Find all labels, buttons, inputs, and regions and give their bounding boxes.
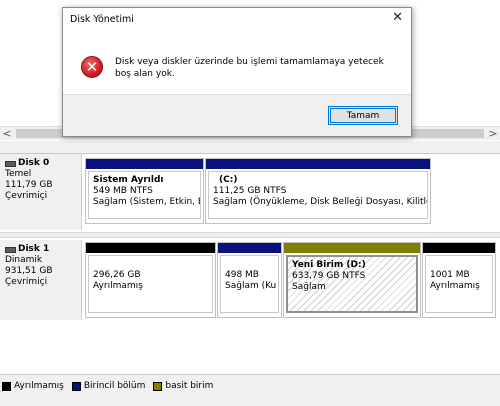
- partition-body: 1001 MB Ayrılmamış: [425, 255, 493, 313]
- partition-bar: [423, 243, 495, 253]
- disk-icon: [5, 246, 16, 253]
- disk-graphical-view: Disk 0 Temel 111,79 GB Çevrimiçi Sistem …: [0, 154, 500, 374]
- partition-status: Ayrılmamış: [93, 281, 143, 291]
- partition-size: 296,26 GB: [93, 270, 141, 280]
- legend-label: basit birim: [165, 381, 214, 391]
- pane-splitter[interactable]: [0, 141, 500, 154]
- ok-button[interactable]: Tamam: [328, 106, 398, 125]
- partition-bar: [86, 243, 215, 253]
- partition-title: Sistem Ayrıldı: [93, 175, 164, 185]
- disk-size: 931,51 GB: [5, 266, 53, 276]
- partition-body: 498 MB Sağlam (Ku: [220, 255, 279, 313]
- partition-body: 296,26 GB Ayrılmamış: [88, 255, 213, 313]
- close-icon[interactable]: ✕: [392, 11, 403, 25]
- legend-label: Ayrılmamış: [14, 381, 64, 391]
- disk-type: Temel: [5, 169, 32, 179]
- partition-title: (C:): [219, 175, 238, 185]
- disk-info-0[interactable]: Disk 0 Temel 111,79 GB Çevrimiçi: [0, 154, 82, 230]
- disk-status: Çevrimiçi: [5, 191, 48, 201]
- disk-type: Dinamik: [5, 255, 43, 265]
- partition-unallocated-2[interactable]: 1001 MB Ayrılmamış: [422, 242, 496, 318]
- disk-status: Çevrimiçi: [5, 277, 48, 287]
- legend-label: Birincil bölüm: [83, 381, 146, 391]
- disk-row-separator: [0, 232, 500, 238]
- legend-item-unallocated: Ayrılmamış: [2, 381, 64, 391]
- partition-body: Yeni Birim (D:) 633,79 GB NTFS Sağlam: [286, 255, 418, 313]
- partition-bar: [218, 243, 281, 253]
- partition-title: Yeni Birim (D:): [292, 260, 366, 270]
- disk-size: 111,79 GB: [5, 180, 53, 190]
- partition-recovery[interactable]: 498 MB Sağlam (Ku: [217, 242, 282, 318]
- scroll-right-icon[interactable]: >: [486, 127, 500, 141]
- partition-unallocated-1[interactable]: 296,26 GB Ayrılmamış: [85, 242, 216, 318]
- partition-status: Sağlam (Ku: [225, 281, 277, 291]
- legend-swatch: [71, 381, 81, 391]
- dialog-footer: Tamam: [63, 94, 411, 136]
- disk-info-1[interactable]: Disk 1 Dinamik 931,51 GB Çevrimiçi: [0, 240, 82, 320]
- disk-name: Disk 0: [5, 158, 81, 169]
- partition-bar: [86, 159, 203, 169]
- partition-status: Sağlam (Sistem, Etkin, Bi: [93, 197, 201, 207]
- partition-size: 633,79 GB NTFS: [292, 271, 366, 281]
- error-dialog: Disk Yönetimi ✕ ✕ Disk veya diskler üzer…: [62, 7, 412, 137]
- partition-status: Sağlam: [292, 282, 326, 292]
- partition-bar: [206, 159, 430, 169]
- scroll-left-icon[interactable]: <: [0, 127, 14, 141]
- legend-item-primary: Birincil bölüm: [71, 381, 146, 391]
- disk-name: Disk 1: [5, 244, 81, 255]
- legend-bar: Ayrılmamış Birincil bölüm basit birim: [0, 374, 500, 406]
- legend-item-simple: basit birim: [153, 381, 213, 391]
- disk-icon: [5, 160, 16, 167]
- error-icon: ✕: [81, 56, 103, 78]
- partition-status: Ayrılmamış: [430, 281, 480, 291]
- legend-swatch: [2, 381, 11, 391]
- partition-c[interactable]: (C:) 111,25 GB NTFS Sağlam (Önyükleme, D…: [205, 158, 431, 224]
- partition-d[interactable]: Yeni Birim (D:) 633,79 GB NTFS Sağlam: [283, 242, 421, 318]
- partition-size: 1001 MB: [430, 270, 470, 280]
- partition-system-reserved[interactable]: Sistem Ayrıldı 549 MB NTFS Sağlam (Siste…: [85, 158, 204, 224]
- legend-swatch: [153, 381, 163, 391]
- partition-size: 498 MB: [225, 270, 259, 280]
- partition-status: Sağlam (Önyükleme, Disk Belleği Dosyası,…: [213, 197, 428, 207]
- partition-size: 111,25 GB NTFS: [213, 186, 287, 196]
- legend-items: Ayrılmamış Birincil bölüm basit birim: [2, 381, 213, 391]
- partition-body: Sistem Ayrıldı 549 MB NTFS Sağlam (Siste…: [88, 171, 201, 219]
- disk-row-0: Disk 0 Temel 111,79 GB Çevrimiçi Sistem …: [0, 154, 500, 230]
- dialog-title: Disk Yönetimi: [70, 14, 134, 25]
- disk-row-1: Disk 1 Dinamik 931,51 GB Çevrimiçi 296,2…: [0, 240, 500, 320]
- partition-body: (C:) 111,25 GB NTFS Sağlam (Önyükleme, D…: [208, 171, 428, 219]
- partition-bar: [284, 243, 420, 253]
- dialog-message: Disk veya diskler üzerinde bu işlemi tam…: [115, 57, 384, 79]
- partition-size: 549 MB NTFS: [93, 186, 153, 196]
